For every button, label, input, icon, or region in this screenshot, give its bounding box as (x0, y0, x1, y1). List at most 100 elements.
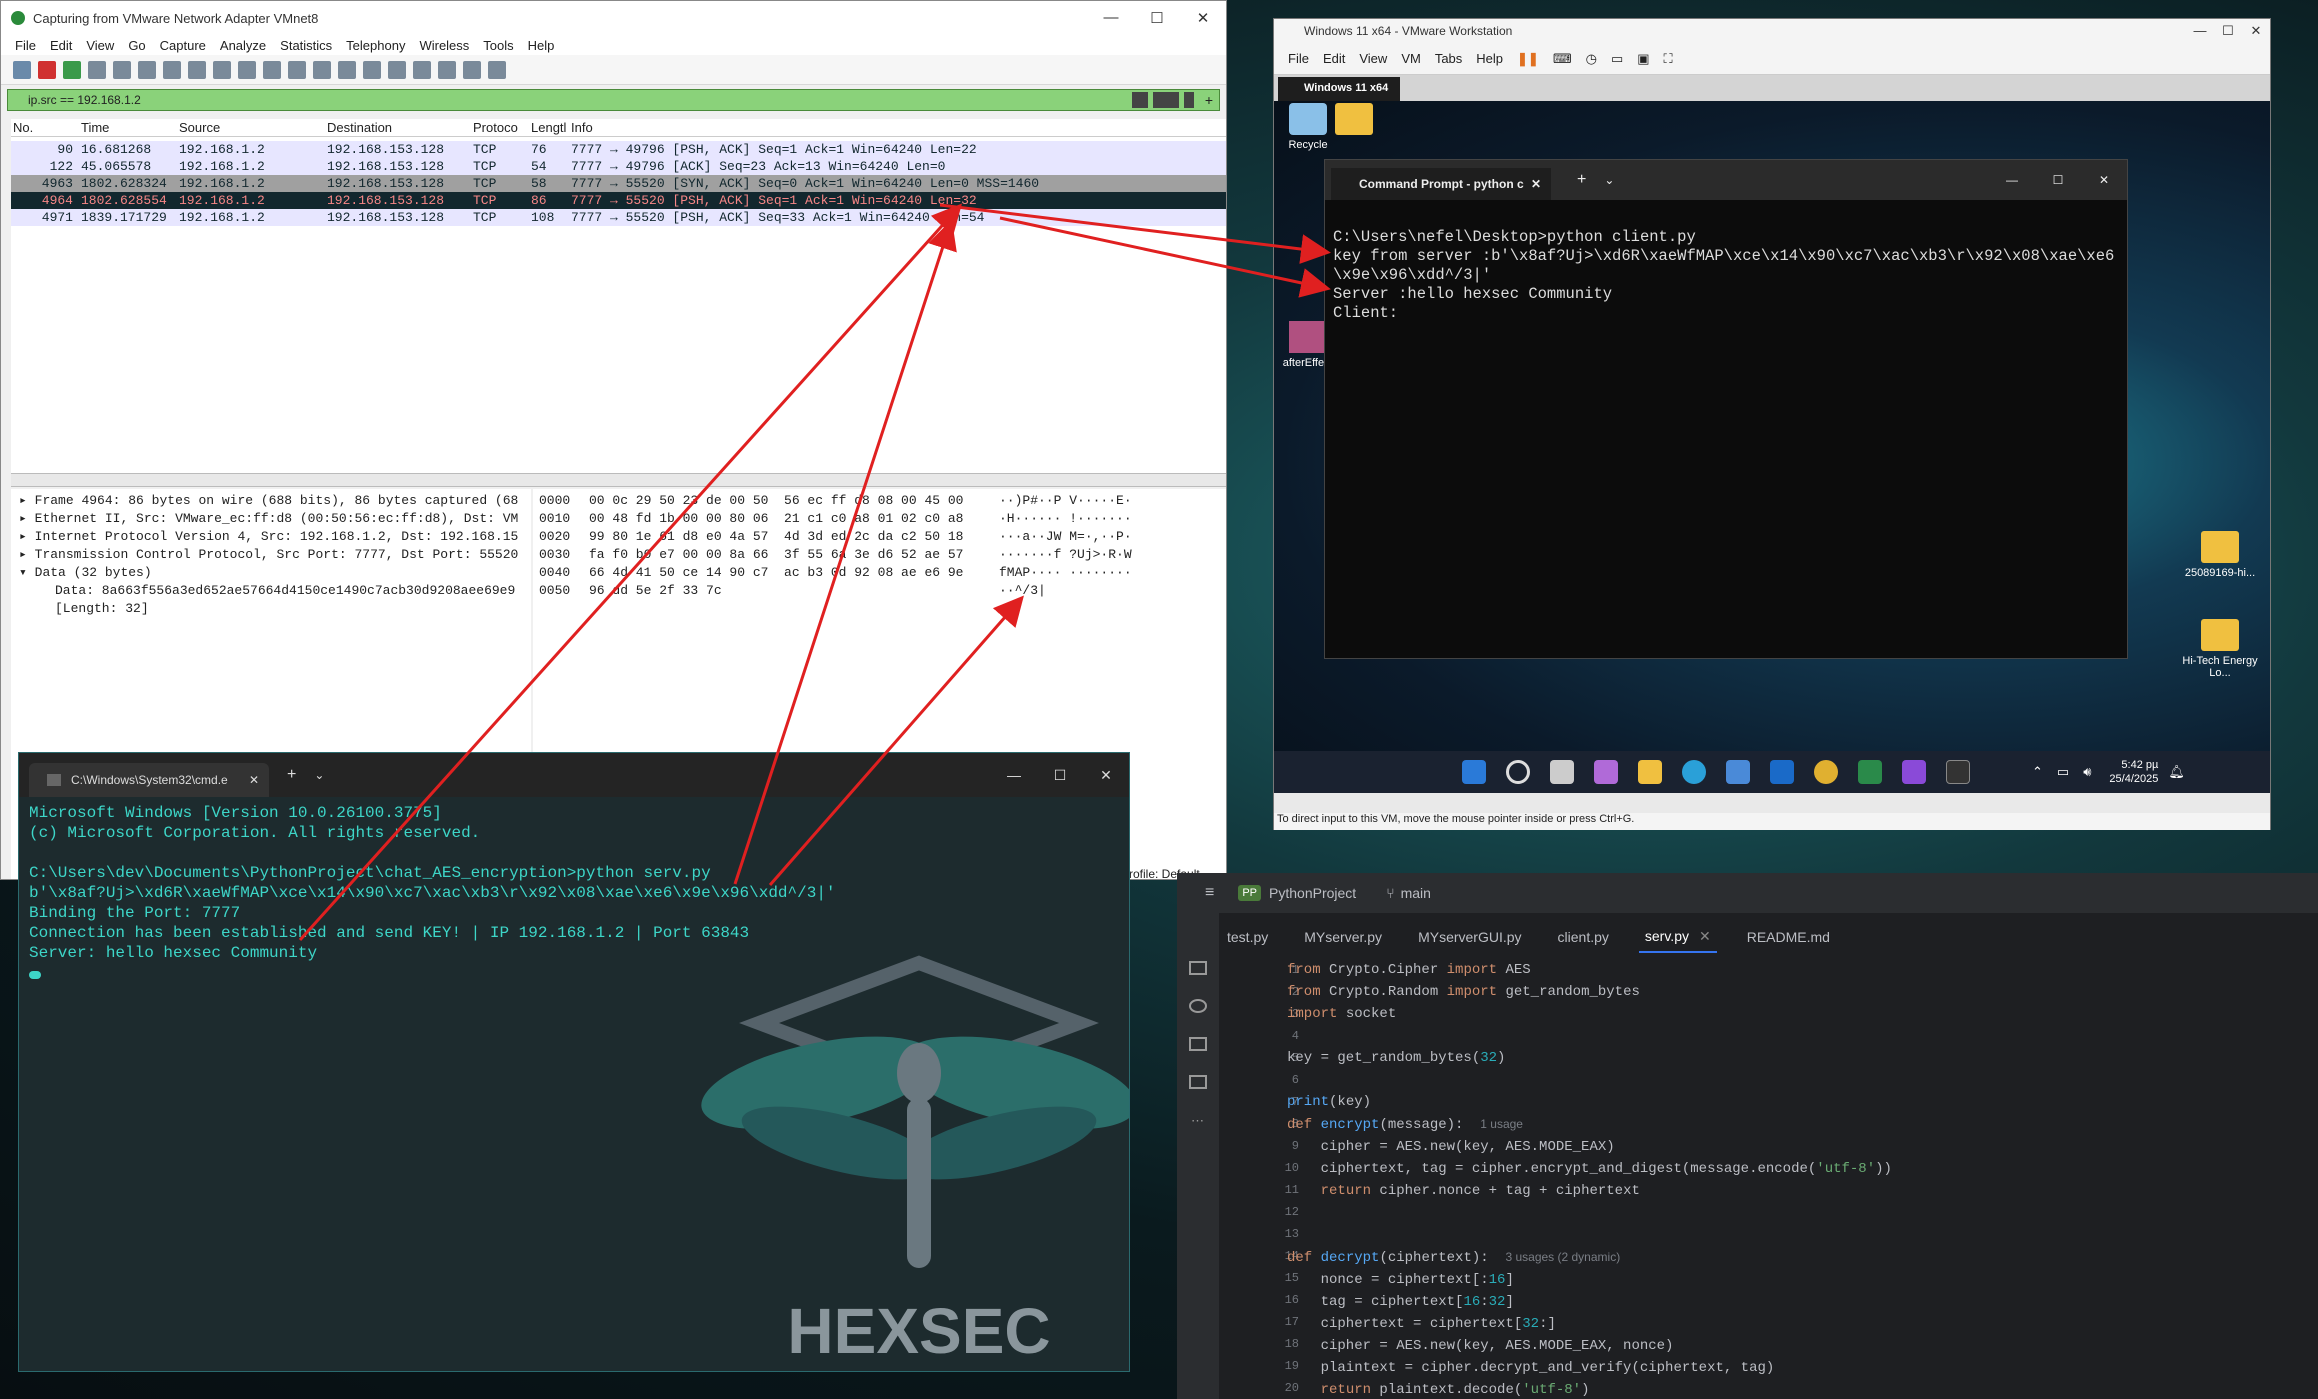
first-packet-icon[interactable] (313, 60, 331, 79)
menu-vm[interactable]: VM (1401, 51, 1421, 66)
new-tab-icon[interactable]: + (287, 766, 296, 784)
search-icon[interactable] (1506, 760, 1530, 784)
packet-row[interactable]: 122 45.065578 192.168.1.2 192.168.153.128 TC… (11, 158, 1226, 175)
hex-ascii[interactable]: ··)P#··P V·····E· (999, 493, 1132, 508)
hex-ascii[interactable]: ·H······ !······· (999, 511, 1132, 526)
outlook-icon[interactable] (1770, 760, 1794, 784)
tab-myservergui-py[interactable]: MYserverGUI.py (1412, 921, 1527, 953)
detail-ethernet[interactable]: ▸ Ethernet II, Src: VMware_ec:ff:d8 (00:… (19, 511, 518, 526)
menu-file[interactable]: File (15, 38, 36, 53)
tab-dropdown-icon[interactable]: ⌄ (1604, 173, 1614, 187)
col-length[interactable]: Lengtl (531, 120, 566, 135)
zoom-out-icon[interactable] (438, 60, 456, 79)
menu-tools[interactable]: Tools (483, 38, 513, 53)
tab-close-icon[interactable]: ✕ (1699, 928, 1711, 945)
tray-clock[interactable]: 5:42 pµ 25/4/2025 (2109, 758, 2158, 786)
save-file-icon[interactable] (138, 60, 156, 79)
minimize-button[interactable]: — (991, 767, 1037, 784)
tab-myserver-py[interactable]: MYserver.py (1298, 921, 1388, 953)
copilot-icon[interactable] (1594, 760, 1618, 784)
detail-tcp[interactable]: ▸ Transmission Control Protocol, Src Por… (19, 547, 518, 562)
colorize-icon[interactable] (388, 60, 406, 79)
close-button[interactable]: ✕ (2242, 23, 2270, 39)
new-tab-icon[interactable]: + (1577, 171, 1586, 189)
clear-filter-icon[interactable] (1131, 92, 1148, 108)
folder-icon[interactable]: Hi-Tech Energy Lo... (2180, 619, 2260, 679)
packet-row[interactable]: 4963 1802.628324 192.168.1.2 192.168.153.12… (11, 175, 1226, 192)
col-info[interactable]: Info (571, 120, 593, 135)
filter-dropdown-icon[interactable] (1183, 92, 1194, 108)
back-icon[interactable] (238, 60, 256, 79)
hex-bytes[interactable]: 96 dd 5e 2f 33 7c (589, 583, 722, 598)
detail-data-value[interactable]: Data: 8a663f556a3ed652ae57664d4150ce1490… (55, 583, 515, 598)
hex-bytes[interactable]: 00 48 fd 1b 00 00 80 06 21 c1 c0 a8 01 0… (589, 511, 963, 526)
folder-icon[interactable] (1314, 103, 1394, 139)
resize-columns-icon[interactable] (488, 60, 506, 79)
chrome-icon[interactable] (1814, 760, 1838, 784)
tab-close-icon[interactable]: ✕ (249, 773, 259, 787)
stop-capture-icon[interactable] (38, 60, 56, 79)
git-tool-icon[interactable] (1189, 1037, 1207, 1051)
col-no[interactable]: No. (13, 120, 33, 135)
tray-chevron-icon[interactable]: ⌃ (2032, 764, 2043, 780)
console-icon[interactable]: ▣ (1637, 51, 1649, 67)
hex-bytes[interactable]: 00 0c 29 50 23 de 00 50 56 ec ff d8 08 0… (589, 493, 963, 508)
edge-icon[interactable] (1682, 760, 1706, 784)
add-filter-icon[interactable]: + (1205, 92, 1213, 108)
packet-row[interactable]: 4964 1802.628554 192.168.1.2 192.168.153.12… (11, 192, 1226, 209)
close-button[interactable]: ✕ (2081, 173, 2127, 187)
pause-icon[interactable]: ❚❚ (1517, 51, 1539, 67)
menu-help[interactable]: Help (1476, 51, 1503, 66)
apply-filter-icon[interactable] (1152, 92, 1179, 108)
close-file-icon[interactable] (163, 60, 181, 79)
col-time[interactable]: Time (81, 120, 109, 135)
terminal-icon[interactable] (1946, 760, 1970, 784)
start-icon[interactable] (1462, 760, 1486, 784)
hex-bytes[interactable]: 99 80 1e 61 d8 e0 4a 57 4d 3d ed 2c da c… (589, 529, 963, 544)
open-file-icon[interactable] (113, 60, 131, 79)
display-filter-input[interactable]: ip.src == 192.168.1.2 + (7, 89, 1220, 111)
branch-selector[interactable]: main (1401, 885, 1431, 901)
col-source[interactable]: Source (179, 120, 220, 135)
menu-view[interactable]: View (86, 38, 114, 53)
maximize-button[interactable]: ☐ (2214, 23, 2242, 39)
hex-ascii[interactable]: ···a··JW M=·,··P· (999, 529, 1132, 544)
col-destination[interactable]: Destination (327, 120, 392, 135)
menu-tabs[interactable]: Tabs (1435, 51, 1462, 66)
code-editor[interactable]: from Crypto.Cipher import AES from Crypt… (1287, 959, 1892, 1399)
detail-frame[interactable]: ▸ Frame 4964: 86 bytes on wire (688 bits… (19, 493, 518, 508)
fullscreen-icon[interactable]: ⛶ (1664, 51, 1673, 67)
tab-serv-py[interactable]: serv.py ✕ (1638, 921, 1717, 953)
menu-capture[interactable]: Capture (160, 38, 206, 53)
zoom-reset-icon[interactable] (463, 60, 481, 79)
last-packet-icon[interactable] (338, 60, 356, 79)
snapshot-icon[interactable]: ◷ (1586, 51, 1597, 67)
store-icon[interactable] (1726, 760, 1750, 784)
host-cmd-tab[interactable]: C:\Windows\System32\cmd.e ✕ (29, 763, 269, 797)
host-cmd-output[interactable]: Microsoft Windows [Version 10.0.26100.37… (29, 803, 1129, 985)
menu-edit[interactable]: Edit (1323, 51, 1345, 66)
minimize-button[interactable]: — (1989, 173, 2035, 187)
maximize-button[interactable]: ☐ (1037, 767, 1083, 784)
hex-bytes[interactable]: 66 4d 41 50 ce 14 90 c7 ac b3 0d 92 08 a… (589, 565, 963, 580)
hex-ascii[interactable]: fMAP···· ········ (999, 565, 1132, 580)
hex-bytes[interactable]: fa f0 b0 e7 00 00 8a 66 3f 55 6a 3e d6 5… (589, 547, 963, 562)
packet-row[interactable]: 90 16.681268 192.168.1.2 192.168.153.128 TCP… (11, 141, 1226, 158)
visual-studio-icon[interactable] (1902, 760, 1926, 784)
vm-tab[interactable]: Windows 11 x64 (1278, 77, 1401, 101)
notification-icon[interactable]: 🔔︎ (2168, 764, 2185, 780)
reload-icon[interactable] (188, 60, 206, 79)
options-icon[interactable] (88, 60, 106, 79)
project-tool-icon[interactable] (1189, 961, 1207, 975)
menu-telephony[interactable]: Telephony (346, 38, 405, 53)
hex-ascii[interactable]: ·······f ?Uj>·R·W (999, 547, 1132, 562)
send-keys-icon[interactable]: ⌨ (1553, 51, 1572, 67)
guest-cmd-output[interactable]: C:\Users\nefel\Desktop>python client.py k… (1333, 228, 2123, 323)
horizontal-scrollbar[interactable] (11, 473, 1226, 487)
maximize-button[interactable]: ☐ (1134, 9, 1180, 27)
menu-edit[interactable]: Edit (50, 38, 72, 53)
close-button[interactable]: ✕ (1180, 9, 1226, 27)
menu-go[interactable]: Go (128, 38, 145, 53)
packet-row[interactable]: 4971 1839.171729 192.168.1.2 192.168.153.12… (11, 209, 1226, 226)
hex-ascii[interactable]: ··^/3| (999, 583, 1046, 598)
